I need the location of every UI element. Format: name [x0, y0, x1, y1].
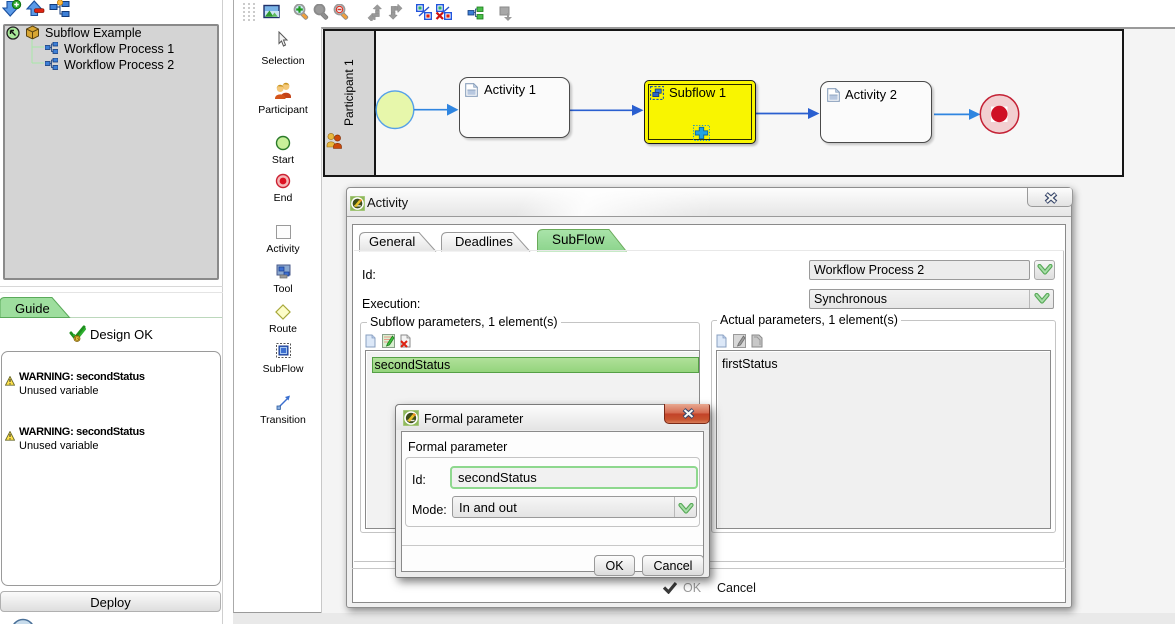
svg-text:G: G: [75, 337, 79, 342]
